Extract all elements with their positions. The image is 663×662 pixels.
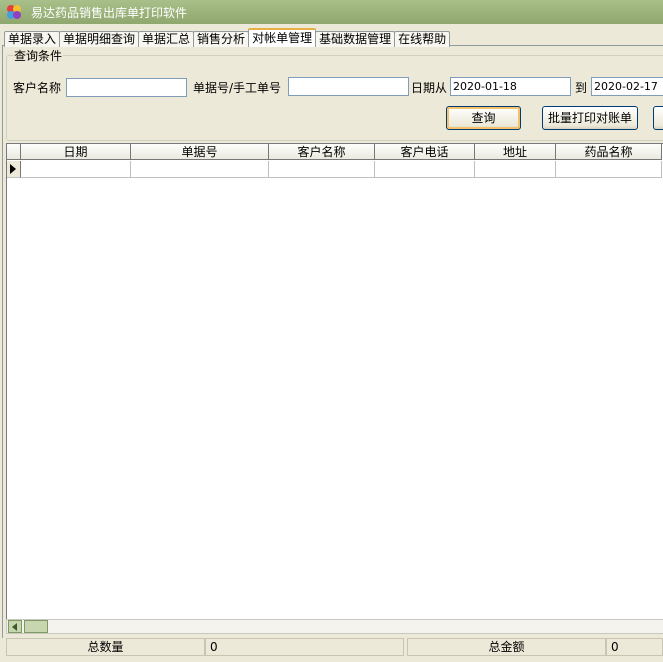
cell-docno[interactable] bbox=[131, 161, 269, 178]
row-selector[interactable] bbox=[7, 161, 21, 178]
app-logo-icon bbox=[7, 5, 21, 19]
date-from-label: 日期从 bbox=[411, 81, 448, 95]
total-qty-label: 总数量 bbox=[6, 638, 205, 656]
search-button[interactable]: 查询 bbox=[446, 106, 521, 130]
table-row[interactable] bbox=[7, 161, 663, 178]
tab-online-help[interactable]: 在线帮助 bbox=[394, 31, 451, 47]
tab-detail-query[interactable]: 单据明细查询 bbox=[59, 31, 140, 47]
docno-label: 单据号/手工单号 bbox=[193, 81, 282, 95]
status-bar: 总数量 0 总金额 0 bbox=[0, 638, 663, 662]
total-amount-value: 0 bbox=[606, 638, 663, 656]
query-group-title: 查询条件 bbox=[13, 47, 64, 64]
total-amount-label: 总金额 bbox=[407, 638, 606, 656]
window-title: 易达药品销售出库单打印软件 bbox=[31, 6, 188, 20]
row-pointer-icon bbox=[10, 164, 16, 174]
cell-phone[interactable] bbox=[375, 161, 475, 178]
total-qty-value: 0 bbox=[205, 638, 404, 656]
title-bar: 易达药品销售出库单打印软件 bbox=[0, 0, 663, 24]
column-header-date[interactable]: 日期 bbox=[21, 144, 131, 160]
tab-statement-management[interactable]: 对帐单管理 bbox=[248, 28, 317, 47]
column-header-customer[interactable]: 客户名称 bbox=[269, 144, 375, 160]
horizontal-scrollbar[interactable] bbox=[6, 619, 663, 634]
tab-summary[interactable]: 单据汇总 bbox=[138, 31, 195, 47]
tab-sales-analysis[interactable]: 销售分析 bbox=[193, 31, 250, 47]
tab-entry[interactable]: 单据录入 bbox=[4, 31, 61, 47]
date-to-label: 到 bbox=[575, 81, 588, 95]
docno-input[interactable] bbox=[288, 77, 409, 96]
tab-strip: 单据录入 单据明细查询 单据汇总 销售分析 对帐单管理 基础数据管理 在线帮助 bbox=[4, 28, 451, 47]
cell-drug-name[interactable] bbox=[556, 161, 662, 178]
column-header-docno[interactable]: 单据号 bbox=[131, 144, 269, 160]
scroll-left-icon[interactable] bbox=[8, 620, 22, 633]
extra-button[interactable] bbox=[653, 106, 663, 130]
statement-grid[interactable]: 日期 单据号 客户名称 客户电话 地址 药品名称 bbox=[6, 143, 663, 621]
customer-label: 客户名称 bbox=[13, 81, 62, 95]
column-header-drug-name[interactable]: 药品名称 bbox=[556, 144, 662, 160]
cell-address[interactable] bbox=[475, 161, 556, 178]
column-header-phone[interactable]: 客户电话 bbox=[375, 144, 475, 160]
grid-header: 日期 单据号 客户名称 客户电话 地址 药品名称 bbox=[7, 144, 663, 161]
date-to-input[interactable]: 2020-02-17 bbox=[591, 77, 663, 96]
grid-corner bbox=[7, 144, 21, 160]
scroll-thumb[interactable] bbox=[24, 620, 48, 633]
customer-input[interactable] bbox=[66, 78, 187, 97]
cell-date[interactable] bbox=[21, 161, 131, 178]
batch-print-button[interactable]: 批量打印对账单 bbox=[542, 106, 638, 130]
date-from-input[interactable]: 2020-01-18 bbox=[450, 77, 571, 96]
tab-base-data[interactable]: 基础数据管理 bbox=[315, 31, 396, 47]
cell-customer[interactable] bbox=[269, 161, 375, 178]
column-header-address[interactable]: 地址 bbox=[475, 144, 556, 160]
